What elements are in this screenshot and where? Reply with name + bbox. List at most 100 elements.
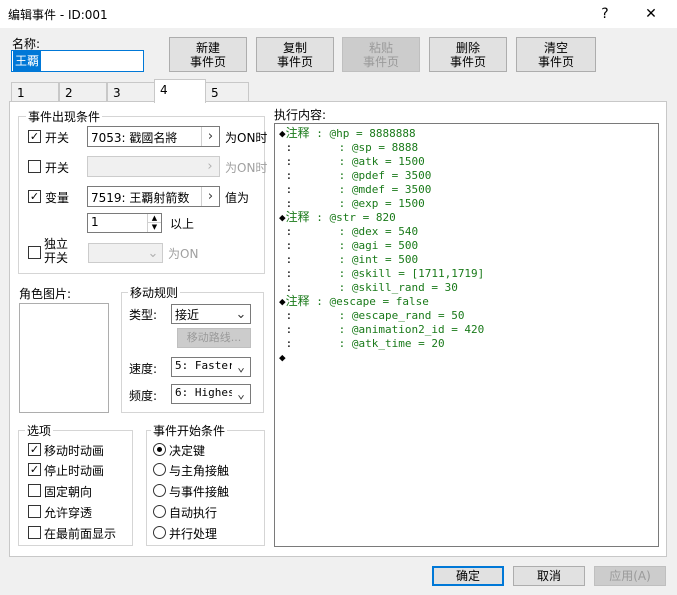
command-text: : @agi = 500 xyxy=(292,239,419,252)
move-type-value: 接近 xyxy=(175,308,200,322)
switch1-label: 开关 xyxy=(45,131,70,145)
self-switch-checkbox[interactable] xyxy=(28,246,41,259)
new-page-button[interactable]: 新建 事件页 xyxy=(169,37,247,72)
option-direction-fix-checkbox[interactable] xyxy=(28,484,41,497)
command-keyword: 注释 xyxy=(285,126,310,140)
chevron-right-icon: › xyxy=(201,127,219,146)
command-row[interactable]: : : @agi = 500 xyxy=(279,238,418,252)
trigger-autorun-radio[interactable] xyxy=(153,505,166,518)
move-freq-label: 频度: xyxy=(129,389,158,403)
command-row[interactable]: : : @dex = 540 xyxy=(279,224,418,238)
command-marker: ◆ xyxy=(279,351,286,364)
command-row[interactable]: : : @atk_time = 20 xyxy=(279,336,445,350)
command-row[interactable]: ◆注释 : @escape = false xyxy=(279,294,429,308)
switch1-select[interactable]: 7053: 戳國名將 › xyxy=(87,126,220,147)
switch1-suffix: 为ON时 xyxy=(225,131,268,145)
command-text: : @hp = 8888888 xyxy=(309,127,416,140)
switch2-select[interactable]: › xyxy=(87,156,220,177)
option-step-anime-checkbox[interactable]: ✓ xyxy=(28,463,41,476)
command-text: : @dex = 540 xyxy=(292,225,419,238)
command-row[interactable]: ◆注释 : @hp = 8888888 xyxy=(279,126,416,140)
tab-1[interactable]: 1 xyxy=(11,82,59,102)
variable-value: 7519: 王覇射箭数 xyxy=(91,191,190,205)
option-always-on-top-label: 在最前面显示 xyxy=(44,527,117,541)
command-row[interactable]: : : @sp = 8888 xyxy=(279,140,418,154)
tab-3[interactable]: 3 xyxy=(107,82,155,102)
move-type-label: 类型: xyxy=(129,308,158,322)
delete-page-button[interactable]: 删除 事件页 xyxy=(429,37,507,72)
move-route-button[interactable]: 移动路线... xyxy=(177,328,251,348)
tab-4[interactable]: 4 xyxy=(154,79,206,103)
switch1-checkbox[interactable]: ✓ xyxy=(28,130,41,143)
command-row[interactable]: : : @atk = 1500 xyxy=(279,154,425,168)
new-page-label-2: 事件页 xyxy=(189,54,226,69)
chevron-right-icon: › xyxy=(201,187,219,206)
self-switch-label-2: 开关 xyxy=(44,251,69,265)
self-switch-suffix: 为ON xyxy=(168,247,199,261)
move-speed-select[interactable]: 5: Faster ⌄ xyxy=(171,357,251,377)
command-row[interactable]: : : @mdef = 3500 xyxy=(279,182,432,196)
command-row[interactable]: : : @skill = [1711,1719] xyxy=(279,266,485,280)
copy-page-button[interactable]: 复制 事件页 xyxy=(256,37,334,72)
trigger-action-radio[interactable] xyxy=(153,443,166,456)
option-through-label: 允许穿透 xyxy=(44,506,93,520)
variable-number-stepper[interactable]: 1 ▲ ▼ xyxy=(87,213,162,233)
trigger-player-touch-radio[interactable] xyxy=(153,463,166,476)
command-marker: : xyxy=(279,169,293,182)
command-text: : @escape = false xyxy=(309,295,429,308)
command-marker: ◆ xyxy=(279,295,286,308)
ok-button[interactable]: 确定 xyxy=(432,566,504,586)
window-title: 编辑事件 - ID:001 xyxy=(8,8,108,22)
move-freq-select[interactable]: 6: Highest ⌄ xyxy=(171,384,251,404)
variable-checkbox[interactable]: ✓ xyxy=(28,190,41,203)
apply-button[interactable]: 应用(A) xyxy=(594,566,666,586)
tab-2[interactable]: 2 xyxy=(59,82,107,102)
command-marker: ◆ xyxy=(279,127,286,140)
cancel-button[interactable]: 取消 xyxy=(513,566,585,586)
command-row[interactable]: ◆ xyxy=(279,350,286,364)
command-row[interactable]: : : @pdef = 3500 xyxy=(279,168,432,182)
help-button[interactable]: ? xyxy=(590,2,620,26)
graphic-preview[interactable] xyxy=(19,303,109,413)
switch2-label: 开关 xyxy=(45,161,70,175)
command-row[interactable]: : : @animation2_id = 420 xyxy=(279,322,485,336)
close-button[interactable]: ✕ xyxy=(636,2,666,26)
command-marker: : xyxy=(279,253,293,266)
title-bar: 编辑事件 - ID:001 ? ✕ xyxy=(0,0,677,28)
contents-list[interactable]: ◆注释 : @hp = 8888888 : : @sp = 8888 : : @… xyxy=(274,123,659,547)
command-marker: : xyxy=(279,239,293,252)
command-text: : @pdef = 3500 xyxy=(292,169,432,182)
command-marker: ◆ xyxy=(279,211,286,224)
option-walk-anime-checkbox[interactable]: ✓ xyxy=(28,443,41,456)
delete-page-label-1: 删除 xyxy=(455,40,480,55)
trigger-event-touch-radio[interactable] xyxy=(153,484,166,497)
option-through-checkbox[interactable] xyxy=(28,505,41,518)
command-row[interactable]: : : @exp = 1500 xyxy=(279,196,425,210)
trigger-event-touch-label: 与事件接触 xyxy=(169,485,230,499)
chevron-down-icon: ⌄ xyxy=(232,385,250,403)
paste-page-button[interactable]: 粘贴 事件页 xyxy=(342,37,420,72)
movement-title: 移动规则 xyxy=(128,284,181,301)
options-title: 选项 xyxy=(25,422,54,439)
command-row[interactable]: : : @int = 500 xyxy=(279,252,418,266)
trigger-parallel-radio[interactable] xyxy=(153,526,166,539)
tab-5[interactable]: 5 xyxy=(205,82,249,102)
spin-down-icon[interactable]: ▼ xyxy=(147,223,161,232)
trigger-parallel-label: 并行处理 xyxy=(169,527,218,541)
switch2-checkbox[interactable] xyxy=(28,160,41,173)
spin-up-icon[interactable]: ▲ xyxy=(147,214,161,223)
name-input[interactable]: 王覇 xyxy=(11,50,144,72)
move-type-select[interactable]: 接近 ⌄ xyxy=(171,304,251,324)
command-text: : @skill = [1711,1719] xyxy=(292,267,485,280)
command-row[interactable]: : : @escape_rand = 50 xyxy=(279,308,465,322)
option-direction-fix-label: 固定朝向 xyxy=(44,485,93,499)
self-switch-select[interactable]: ⌄ xyxy=(88,243,163,263)
paste-page-label-2: 事件页 xyxy=(362,54,399,69)
clear-page-button[interactable]: 清空 事件页 xyxy=(516,37,596,72)
command-row[interactable]: ◆注释 : @str = 820 xyxy=(279,210,396,224)
variable-select[interactable]: 7519: 王覇射箭数 › xyxy=(87,186,220,207)
contents-title: 执行内容: xyxy=(274,108,327,122)
command-text: : @str = 820 xyxy=(309,211,396,224)
option-always-on-top-checkbox[interactable] xyxy=(28,526,41,539)
command-row[interactable]: : : @skill_rand = 30 xyxy=(279,280,458,294)
